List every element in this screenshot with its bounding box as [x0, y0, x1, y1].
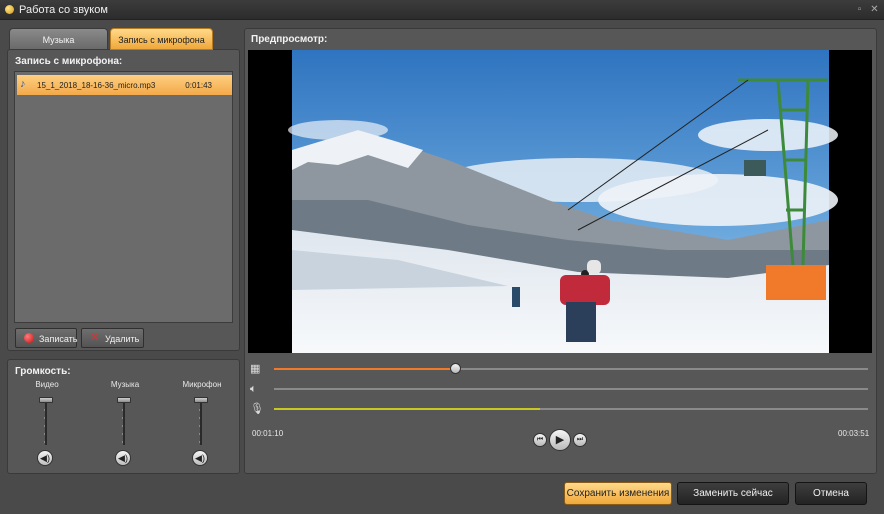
save-changes-button[interactable]: Сохранить изменения — [564, 482, 672, 505]
volume-section-title: Громкость: — [15, 366, 71, 377]
tab-music[interactable]: Музыка — [9, 28, 108, 50]
record-icon — [24, 333, 34, 343]
play-button[interactable]: ▶ — [549, 429, 571, 451]
speaker-icon[interactable]: ◀) — [192, 450, 208, 466]
current-time: 00:01:10 — [252, 429, 284, 438]
title-bar: Работа со звуком ▫ ✕ — [0, 0, 884, 20]
close-icon[interactable]: ✕ — [868, 3, 881, 16]
volume-microphone-label: Микрофон — [182, 380, 222, 389]
volume-music-track[interactable] — [123, 397, 125, 445]
replace-now-button[interactable]: Заменить сейчас — [677, 482, 789, 505]
volume-video-slider[interactable] — [39, 397, 53, 403]
delete-x-icon: ✕ — [90, 332, 100, 344]
video-track[interactable]: ▦ — [250, 362, 872, 376]
volume-music-label: Музыка — [110, 380, 140, 389]
ski-scene-image — [288, 50, 838, 353]
seek-handle[interactable] — [450, 363, 461, 374]
rewind-button[interactable]: ⏮ — [533, 433, 547, 447]
microphone-track-progress — [274, 408, 540, 410]
cancel-button[interactable]: Отмена — [795, 482, 867, 505]
file-name: 15_1_2018_18-16-36_micro.mp3 — [37, 81, 156, 90]
speaker-icon[interactable]: ◀) — [115, 450, 131, 466]
video-track-progress — [274, 368, 455, 370]
volume-microphone-track[interactable] — [200, 397, 202, 445]
music-track[interactable]: 🔈︎ — [250, 382, 872, 396]
window-title: Работа со звуком — [19, 4, 108, 16]
volume-music-slider[interactable] — [117, 397, 131, 403]
recording-section-title: Запись с микрофона: — [15, 56, 123, 67]
speaker-icon[interactable]: ◀) — [37, 450, 53, 466]
speaker-icon: 🔈︎ — [250, 383, 257, 395]
list-item[interactable]: ♪ 15_1_2018_18-16-36_micro.mp3 0:01:43 — [17, 75, 232, 95]
preview-section-title: Предпросмотр: — [251, 34, 328, 45]
file-duration: 0:01:43 — [185, 81, 212, 90]
recording-file-list[interactable]: ♪ 15_1_2018_18-16-36_micro.mp3 0:01:43 — [14, 71, 233, 323]
forward-button[interactable]: ⏭ — [573, 433, 587, 447]
maximize-icon[interactable]: ▫ — [853, 3, 866, 16]
app-icon — [5, 5, 14, 14]
record-button[interactable]: Записать — [15, 328, 77, 348]
delete-button[interactable]: ✕ Удалить — [81, 328, 144, 348]
music-note-icon: ♪ — [20, 78, 26, 90]
microphone-icon: 🎙︎ — [250, 403, 264, 415]
film-icon: ▦ — [250, 363, 261, 375]
volume-video-label: Видео — [35, 380, 59, 389]
volume-video-track[interactable] — [45, 397, 47, 445]
tab-microphone-recording[interactable]: Запись с микрофона — [110, 28, 213, 50]
video-preview[interactable] — [248, 50, 872, 353]
music-track-line — [274, 388, 868, 390]
microphone-track[interactable]: 🎙︎ — [250, 402, 872, 416]
volume-microphone-slider[interactable] — [194, 397, 208, 403]
total-time: 00:03:51 — [838, 429, 870, 438]
